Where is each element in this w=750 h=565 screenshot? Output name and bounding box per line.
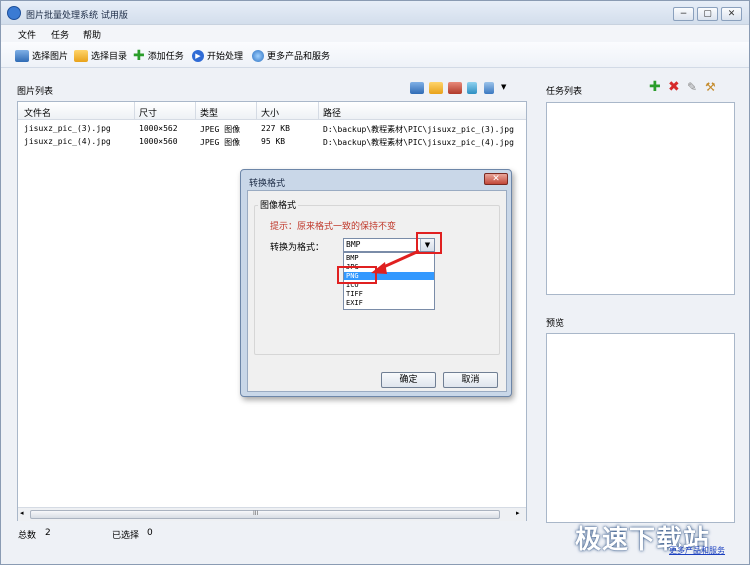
add-folder-icon[interactable] xyxy=(429,82,443,94)
add-image-icon[interactable] xyxy=(410,82,424,94)
cell-size: 1000×560 xyxy=(139,137,178,146)
export-icon[interactable] xyxy=(484,82,494,94)
cell-name: jisuxz_pic_(4).jpg xyxy=(24,137,111,146)
close-button[interactable]: ✕ xyxy=(721,7,742,21)
add-task-button[interactable]: ✚ 添加任务 xyxy=(133,48,184,63)
preview-title: 预览 xyxy=(546,319,565,329)
dialog-close-button[interactable]: ✕ xyxy=(484,173,508,185)
restore-button[interactable]: ▢ xyxy=(697,7,718,21)
menu-bar: 文件 任务 帮助 xyxy=(1,25,749,42)
chevron-down-icon[interactable]: ▼ xyxy=(501,83,506,91)
menu-task[interactable]: 任务 xyxy=(51,28,69,41)
selected-count: 0 xyxy=(147,528,153,538)
format-hint: 提示：原来格式一致的保持不变 xyxy=(270,222,397,232)
column-header-path[interactable]: 路径 xyxy=(323,106,341,119)
convert-to-label: 转换为格式： xyxy=(270,243,325,253)
selected-label: 已选择 xyxy=(112,531,140,541)
ok-button[interactable]: 确定 xyxy=(381,372,436,388)
column-divider[interactable] xyxy=(195,102,196,120)
scroll-right-icon[interactable]: ▸ xyxy=(516,509,520,517)
format-option-exif[interactable]: EXIF xyxy=(344,299,434,307)
image-list-header: 文件名 尺寸 类型 大小 路径 xyxy=(18,102,526,120)
broom-icon[interactable]: ⚒ xyxy=(705,80,716,94)
add-task-label: 添加任务 xyxy=(147,52,184,62)
menu-file[interactable]: 文件 xyxy=(18,28,36,41)
horizontal-scrollbar[interactable]: ◂ III ▸ xyxy=(18,507,526,521)
table-row[interactable]: jisuxz_pic_(4).jpg 1000×560 JPEG 图像 95 K… xyxy=(18,135,526,148)
select-directory-label: 选择目录 xyxy=(91,52,128,62)
cell-type: JPEG 图像 xyxy=(200,138,241,147)
select-directory-button[interactable]: 选择目录 xyxy=(74,48,127,63)
column-header-size[interactable]: 尺寸 xyxy=(139,106,157,119)
cell-path: D:\backup\教程素材\PIC\jisuxz_pic_(4).jpg xyxy=(323,138,514,147)
more-products-link[interactable]: 更多产品和服务 xyxy=(669,545,725,556)
column-divider[interactable] xyxy=(134,102,135,120)
cell-path: D:\backup\教程素材\PIC\jisuxz_pic_(3).jpg xyxy=(323,125,514,134)
play-icon: ▶ xyxy=(192,49,204,62)
column-header-filesize[interactable]: 大小 xyxy=(261,106,279,119)
app-window: 图片批量处理系统 试用版 − ▢ ✕ 文件 任务 帮助 选择图片 选择目录 ✚ … xyxy=(0,0,750,565)
column-divider[interactable] xyxy=(318,102,319,120)
add-task-icon[interactable]: ✚ xyxy=(649,79,661,95)
app-logo-icon xyxy=(7,6,21,20)
cell-filesize: 227 KB xyxy=(261,124,290,133)
task-list-title: 任务列表 xyxy=(546,87,583,97)
preview-panel xyxy=(546,333,735,523)
folder-icon xyxy=(74,49,88,62)
title-bar: 图片批量处理系统 试用版 − ▢ ✕ xyxy=(1,1,749,25)
wrench-icon[interactable]: ✎ xyxy=(687,80,697,94)
column-divider[interactable] xyxy=(256,102,257,120)
window-title: 图片批量处理系统 试用版 xyxy=(26,11,128,21)
cell-type: JPEG 图像 xyxy=(200,125,241,134)
total-count: 2 xyxy=(45,528,51,538)
annotation-arrow-icon xyxy=(371,249,420,274)
column-header-type[interactable]: 类型 xyxy=(200,106,218,119)
remove-image-icon[interactable] xyxy=(448,82,462,94)
dialog-title: 转换格式 xyxy=(249,179,286,189)
clear-icon[interactable] xyxy=(467,82,477,94)
plus-icon: ✚ xyxy=(133,47,145,64)
task-list-panel[interactable] xyxy=(546,102,735,295)
start-process-label: 开始处理 xyxy=(207,52,244,62)
minimize-button[interactable]: − xyxy=(673,7,694,21)
table-row[interactable]: jisuxz_pic_(3).jpg 1000×562 JPEG 图像 227 … xyxy=(18,122,526,135)
cell-name: jisuxz_pic_(3).jpg xyxy=(24,124,111,133)
dialog-body: 图像格式 提示：原来格式一致的保持不变 转换为格式： BMP ▼ BMP JPG… xyxy=(247,190,507,392)
scrollbar-thumb[interactable]: III xyxy=(30,510,500,519)
select-images-button[interactable]: 选择图片 xyxy=(15,48,68,63)
select-images-label: 选择图片 xyxy=(32,52,69,62)
format-option-tiff[interactable]: TIFF xyxy=(344,290,434,298)
start-process-button[interactable]: ▶ 开始处理 xyxy=(192,48,243,63)
globe-icon xyxy=(252,49,264,62)
image-icon xyxy=(15,49,29,62)
toolbar: 选择图片 选择目录 ✚ 添加任务 ▶ 开始处理 更多产品和服务 xyxy=(1,42,749,68)
more-products-label: 更多产品和服务 xyxy=(267,52,331,62)
more-products-button[interactable]: 更多产品和服务 xyxy=(252,48,330,63)
total-label: 总数 xyxy=(18,531,37,541)
delete-task-icon[interactable]: ✖ xyxy=(668,79,680,95)
cell-size: 1000×562 xyxy=(139,124,178,133)
scroll-grip: III xyxy=(253,510,259,517)
cancel-button[interactable]: 取消 xyxy=(443,372,498,388)
menu-help[interactable]: 帮助 xyxy=(83,28,101,41)
image-list-title: 图片列表 xyxy=(17,87,54,97)
format-group-title: 图像格式 xyxy=(258,198,299,211)
scroll-left-icon[interactable]: ◂ xyxy=(20,509,24,517)
column-header-name[interactable]: 文件名 xyxy=(24,106,51,119)
cell-filesize: 95 KB xyxy=(261,137,286,146)
